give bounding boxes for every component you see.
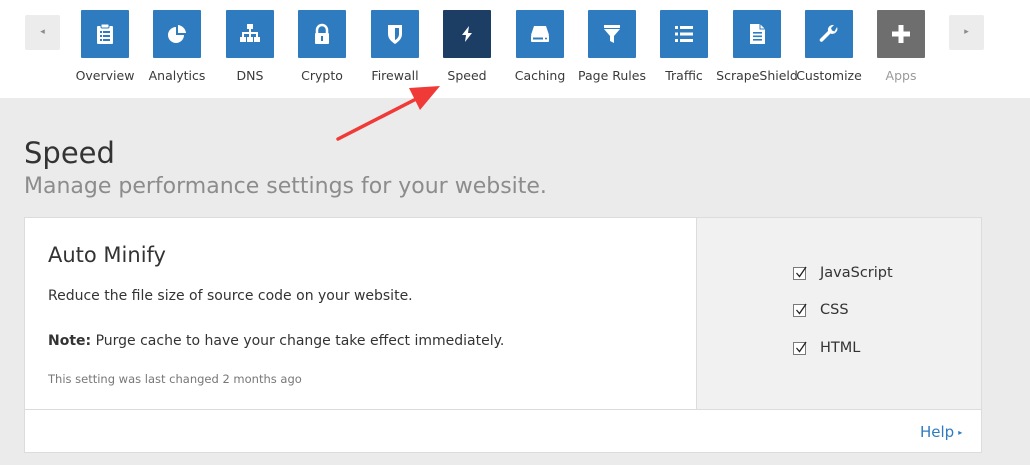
wrench-icon (819, 24, 838, 42)
chevron-left-icon: ◂ (40, 27, 45, 37)
plus-icon (892, 25, 910, 43)
note-text: Purge cache to have your change take eff… (91, 333, 505, 349)
nav-tile-apps (877, 10, 925, 58)
nav-tile-caching (516, 10, 564, 58)
nav-tile-customize (805, 10, 853, 58)
minify-options-panel: JavaScript CSS HTML (697, 218, 981, 410)
last-changed-text: This setting was last changed 2 months a… (48, 372, 302, 386)
document-icon (750, 24, 765, 44)
top-navigation: ◂ Overview Analytics DNS Crypto Firewall… (0, 0, 1030, 98)
clipboard-icon (97, 23, 113, 44)
nav-tile-scrapeshield (733, 10, 781, 58)
card-description: Reduce the file size of source code on y… (48, 288, 413, 304)
nav-tile-speed (443, 10, 491, 58)
note-label: Note: (48, 333, 92, 349)
nav-tile-analytics (153, 10, 201, 58)
shield-icon (388, 25, 402, 44)
pie-chart-icon (168, 25, 186, 43)
javascript-label: JavaScript (820, 265, 893, 281)
auto-minify-info: Auto Minify Reduce the file size of sour… (25, 218, 697, 410)
network-icon (240, 24, 260, 42)
checkmark-icon (796, 341, 807, 353)
nav-tile-dns (226, 10, 274, 58)
hard-drive-icon (531, 26, 549, 42)
html-checkbox[interactable] (793, 341, 807, 355)
help-label: Help (920, 423, 955, 441)
caret-right-icon: ▸ (958, 428, 963, 437)
nav-tile-crypto (298, 10, 346, 58)
lightning-icon (462, 26, 472, 42)
filter-icon (604, 25, 620, 43)
nav-tile-firewall (371, 10, 419, 58)
html-label: HTML (820, 340, 861, 356)
nav-item-apps[interactable]: Apps (861, 10, 941, 90)
list-icon (675, 26, 693, 42)
checkmark-icon (796, 303, 807, 315)
nav-label-apps: Apps (885, 68, 917, 83)
page-subtitle: Manage performance settings for your web… (24, 174, 547, 199)
annotation-arrow-line (336, 95, 422, 141)
auto-minify-card: Auto Minify Reduce the file size of sour… (24, 217, 982, 453)
nav-tile-overview (81, 10, 129, 58)
lock-icon (315, 23, 329, 44)
javascript-checkbox[interactable] (793, 266, 807, 280)
css-checkbox[interactable] (793, 303, 807, 317)
nav-tile-traffic (660, 10, 708, 58)
css-label: CSS (820, 302, 849, 318)
nav-tile-page-rules (588, 10, 636, 58)
scroll-left-button[interactable]: ◂ (25, 15, 60, 50)
chevron-right-icon: ▸ (964, 27, 969, 37)
card-note: Note: Purge cache to have your change ta… (48, 333, 504, 349)
help-link[interactable]: Help ▸ (920, 423, 962, 441)
scroll-right-button[interactable]: ▸ (949, 15, 984, 50)
card-title: Auto Minify (48, 243, 166, 267)
checkmark-icon (796, 266, 807, 278)
page-title: Speed (24, 136, 115, 170)
